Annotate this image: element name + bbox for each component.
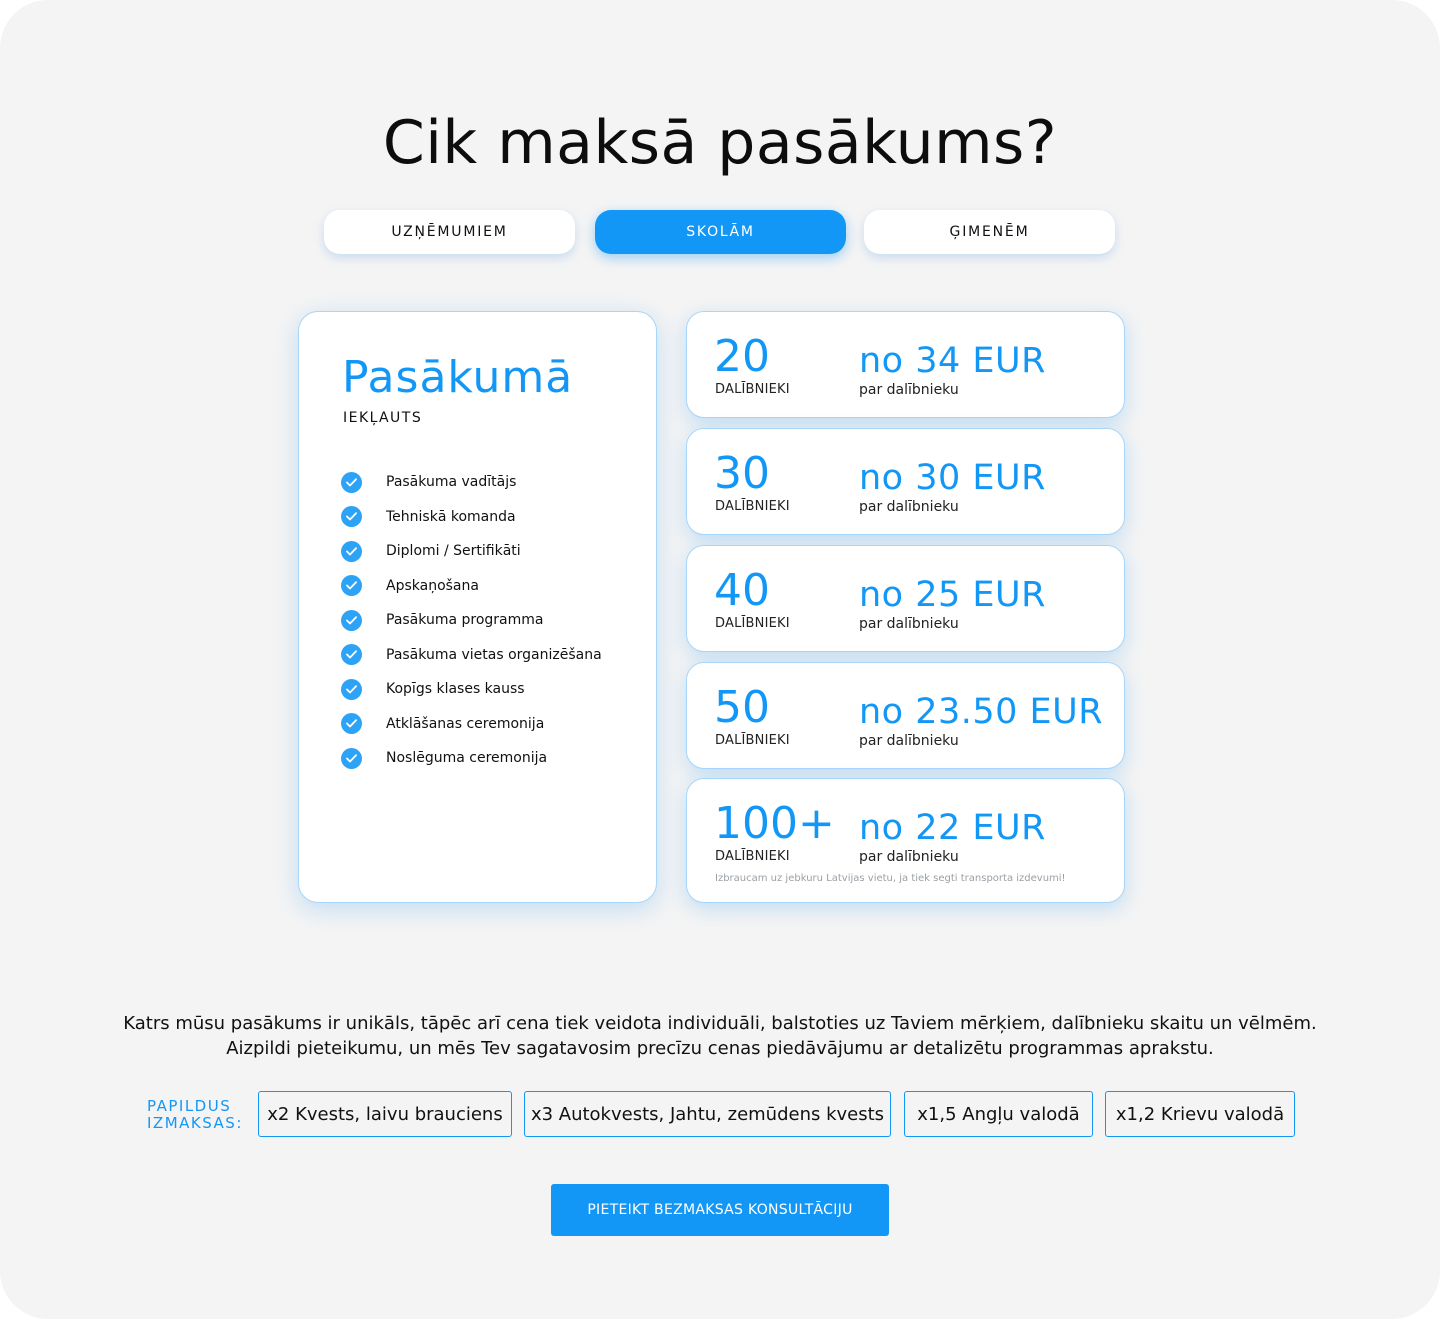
check-icon [341,506,362,528]
check-icon [341,540,362,562]
extras-label-line: PAPILDUS [147,1097,232,1115]
participant-count-label: DALĪBNIEKI [715,849,790,864]
feature-item: Pasākuma vadītājs [341,465,641,500]
tab-schools[interactable]: SKOLĀM [595,210,846,254]
feature-label: Noslēguma ceremonija [386,750,548,767]
feature-item: Apskaņošana [341,569,641,604]
check-icon [341,575,362,597]
extra-cost-chip: x1,5 Angļu valodā [904,1091,1093,1137]
feature-label: Pasākuma vadītājs [386,474,517,491]
participant-count-label: DALĪBNIEKI [715,499,790,514]
price-card-50: 50 DALĪBNIEKI no 23.50 EUR par dalībniek… [686,662,1125,769]
participant-count: 30 [714,448,770,499]
price-amount-label: par dalībnieku [859,616,959,632]
participant-count: 100+ [714,798,835,849]
page-title: Cik maksā pasākums? [382,108,1058,178]
participant-count: 20 [714,331,770,382]
price-amount: no 22 EUR [859,808,1046,848]
included-subtitle: IEKĻAUTS [343,410,423,426]
feature-label: Kopīgs klases kauss [386,681,525,698]
audience-tabs: UZŅĒMUMIEM SKOLĀM ĢIMENĒM [324,210,1116,254]
extra-cost-chip: x1,2 Krievu valodā [1105,1091,1295,1137]
description-line: Aizpildi pieteikumu, un mēs Tev sagatavo… [226,1038,1214,1059]
feature-label: Pasākuma vietas organizēšana [386,646,602,663]
price-amount-label: par dalībnieku [859,499,959,515]
price-card-40: 40 DALĪBNIEKI no 25 EUR par dalībnieku [686,545,1125,652]
extra-cost-chip: x2 Kvests, laivu brauciens [258,1091,512,1137]
participant-count-label: DALĪBNIEKI [715,382,790,397]
price-card-20: 20 DALĪBNIEKI no 34 EUR par dalībnieku [686,311,1125,418]
tab-companies[interactable]: UZŅĒMUMIEM [324,210,575,254]
feature-list: Pasākuma vadītājs Tehniskā komanda Diplo… [341,465,641,776]
included-title: Pasākumā [342,352,574,403]
extras-label-line: IZMAKSAS: [147,1114,243,1132]
transport-note: Izbraucam uz jebkuru Latvijas vietu, ja … [715,873,1066,884]
included-card: Pasākumā IEKĻAUTS Pasākuma vadītājs Tehn… [298,311,657,903]
price-amount: no 23.50 EUR [859,692,1104,732]
price-amount: no 34 EUR [859,341,1046,381]
feature-item: Noslēguma ceremonija [341,741,641,776]
description-line: Katrs mūsu pasākums ir unikāls, tāpēc ar… [123,1013,1317,1034]
participant-count: 40 [714,565,770,616]
participant-count: 50 [714,682,770,733]
feature-item: Kopīgs klases kauss [341,672,641,707]
price-card-100-plus: 100+ DALĪBNIEKI no 22 EUR par dalībnieku… [686,778,1125,903]
participant-count-label: DALĪBNIEKI [715,616,790,631]
feature-item: Tehniskā komanda [341,500,641,535]
check-icon [341,609,362,631]
check-icon [341,747,362,769]
check-icon [341,471,362,493]
feature-item: Diplomi / Sertifikāti [341,534,641,569]
price-amount-label: par dalībnieku [859,733,959,749]
price-amount: no 30 EUR [859,458,1046,498]
tab-families[interactable]: ĢIMENĒM [864,210,1115,254]
check-icon [341,644,362,666]
feature-item: Atklāšanas ceremonija [341,707,641,742]
participant-count-label: DALĪBNIEKI [715,733,790,748]
price-card-30: 30 DALĪBNIEKI no 30 EUR par dalībnieku [686,428,1125,535]
free-consultation-button[interactable]: PIETEIKT BEZMAKSAS KONSULTĀCIJU [551,1184,889,1236]
feature-item: Pasākuma vietas organizēšana [341,638,641,673]
check-icon [341,713,362,735]
feature-label: Apskaņošana [386,577,479,594]
feature-item: Pasākuma programma [341,603,641,638]
price-amount-label: par dalībnieku [859,382,959,398]
check-icon [341,678,362,700]
page-frame: Cik maksā pasākums? UZŅĒMUMIEM SKOLĀM ĢI… [0,0,1440,1319]
feature-label: Atklāšanas ceremonija [386,715,545,732]
extra-cost-chip: x3 Autokvests, Jahtu, zemūdens kvests [524,1091,891,1137]
price-amount: no 25 EUR [859,575,1046,615]
price-amount-label: par dalībnieku [859,849,959,865]
extras-label: PAPILDUS IZMAKSAS: [147,1098,243,1132]
pricing-description: Katrs mūsu pasākums ir unikāls, tāpēc ar… [120,1011,1320,1061]
feature-label: Pasākuma programma [386,612,544,629]
feature-label: Tehniskā komanda [386,508,516,525]
feature-label: Diplomi / Sertifikāti [386,543,521,560]
